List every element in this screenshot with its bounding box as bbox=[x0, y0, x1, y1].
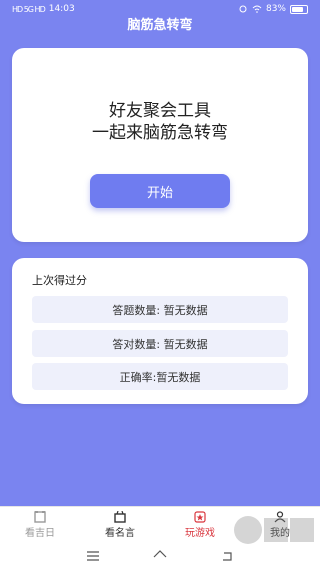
stat-correct-count: 答对数量: 暂无数据 bbox=[32, 330, 288, 357]
menu-icon[interactable] bbox=[86, 550, 100, 562]
signal-icons: HD 5G HD bbox=[12, 4, 46, 14]
nav-label-lucky-day: 看吉日 bbox=[25, 527, 55, 539]
nav-item-lucky-day[interactable]: 看吉日 bbox=[0, 507, 80, 542]
battery-percent: 83% bbox=[265, 4, 286, 14]
alarm-icon bbox=[239, 5, 247, 13]
stat-accuracy: 正确率:暂无数据 bbox=[32, 363, 288, 390]
nav-label-games: 玩游戏 bbox=[185, 527, 215, 539]
game-star-icon bbox=[194, 510, 206, 523]
slogan-line-2: 一起来脑筋急转弯 bbox=[92, 123, 228, 143]
slogan: 好友聚会工具 一起来脑筋急转弯 bbox=[12, 100, 308, 144]
nav-label-quotes: 看名言 bbox=[105, 527, 135, 539]
page-title: 脑筋急转弯 bbox=[127, 18, 193, 33]
home-icon[interactable] bbox=[153, 549, 167, 562]
nav-item-quotes[interactable]: 看名言 bbox=[80, 507, 160, 542]
back-icon[interactable] bbox=[220, 550, 234, 562]
calendar-icon bbox=[34, 510, 46, 523]
slogan-line-1: 好友聚会工具 bbox=[109, 101, 211, 121]
last-score-card: 上次得过分 答题数量: 暂无数据 答对数量: 暂无数据 正确率:暂无数据 bbox=[12, 258, 308, 404]
stat-answered-count: 答题数量: 暂无数据 bbox=[32, 296, 288, 323]
start-button[interactable]: 开始 bbox=[90, 174, 230, 208]
nav-item-games[interactable]: 玩游戏 bbox=[160, 507, 240, 542]
watermark-logo bbox=[234, 516, 314, 544]
wifi-icon bbox=[252, 5, 262, 13]
hero-card: 好友聚会工具 一起来脑筋急转弯 开始 bbox=[12, 48, 308, 242]
last-score-title: 上次得过分 bbox=[32, 274, 87, 287]
status-time: 14:03 bbox=[48, 4, 75, 14]
battery-icon bbox=[290, 4, 308, 14]
quote-box-icon bbox=[114, 510, 126, 523]
